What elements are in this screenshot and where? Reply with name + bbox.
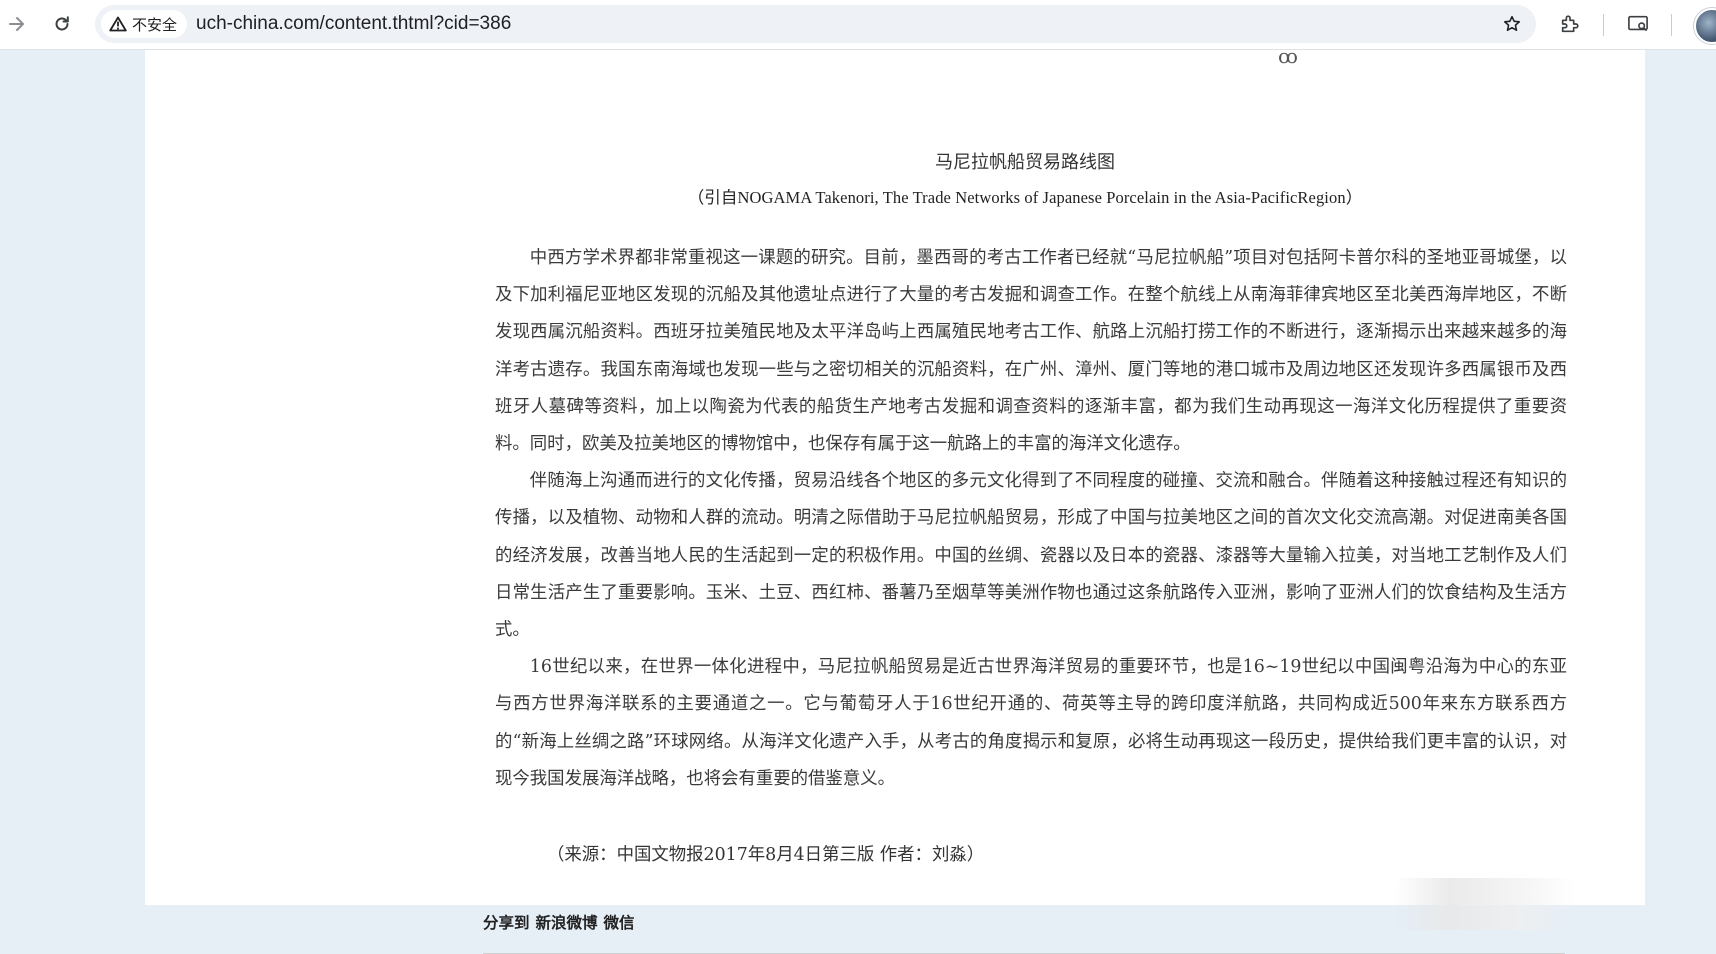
figure-fragment-decoration: ꝏ <box>1278 44 1298 68</box>
article-paragraph: 中西方学术界都非常重视这一课题的研究。目前，墨西哥的考古工作者已经就“马尼拉帆船… <box>495 248 1567 455</box>
article-page: ꝏ 马尼拉帆船贸易路线图 （引自NOGAMA Takenori, The Tra… <box>145 44 1645 954</box>
toolbar-separator <box>1671 14 1672 36</box>
article-body: 中西方学术界都非常重视这一课题的研究。目前，墨西哥的考古工作者已经就“马尼拉帆船… <box>495 240 1567 798</box>
profile-avatar[interactable] <box>1694 8 1716 44</box>
cast-icon <box>1628 15 1648 31</box>
toolbar-separator <box>1603 14 1604 36</box>
address-bar[interactable]: 不安全 uch-china.com/content.thtml?cid=386 <box>95 5 1536 43</box>
article-source: （来源：中国文物报2017年8月4日第三版 作者：刘淼） <box>547 845 985 865</box>
security-indicator[interactable]: 不安全 <box>101 10 188 38</box>
forward-button[interactable] <box>0 7 34 41</box>
article-paragraph: 伴随海上沟通而进行的文化传播，贸易沿线各个地区的多元文化得到了不同程度的碰撞、交… <box>495 471 1567 641</box>
reload-button[interactable] <box>45 7 79 41</box>
url-text[interactable]: uch-china.com/content.thtml?cid=386 <box>196 5 511 43</box>
reload-icon <box>55 16 69 31</box>
star-icon <box>1503 15 1521 32</box>
bookmark-button[interactable] <box>1496 8 1528 40</box>
share-label: 分享到 <box>483 914 530 932</box>
security-label: 不安全 <box>132 16 178 34</box>
extensions-button[interactable] <box>1553 7 1587 41</box>
share-weibo-link[interactable]: 新浪微博 <box>536 911 598 933</box>
share-wechat-link[interactable]: 微信 <box>604 911 635 933</box>
figure-citation: （引自NOGAMA Takenori, The Trade Networks o… <box>687 188 1363 207</box>
figure-title: 马尼拉帆船贸易路线图 <box>935 152 1115 173</box>
browser-toolbar: 不安全 uch-china.com/content.thtml?cid=386 <box>0 0 1716 50</box>
extensions-icon <box>1561 15 1579 33</box>
article-paragraph: 16世纪以来，在世界一体化进程中，马尼拉帆船贸易是近古世界海洋贸易的重要环节，也… <box>495 657 1567 789</box>
warning-icon <box>109 16 127 32</box>
share-bar: 分享到 新浪微博 微信 <box>483 907 641 937</box>
forward-icon <box>9 17 24 31</box>
decorative-fade <box>1395 878 1575 930</box>
cast-button[interactable] <box>1621 7 1655 41</box>
